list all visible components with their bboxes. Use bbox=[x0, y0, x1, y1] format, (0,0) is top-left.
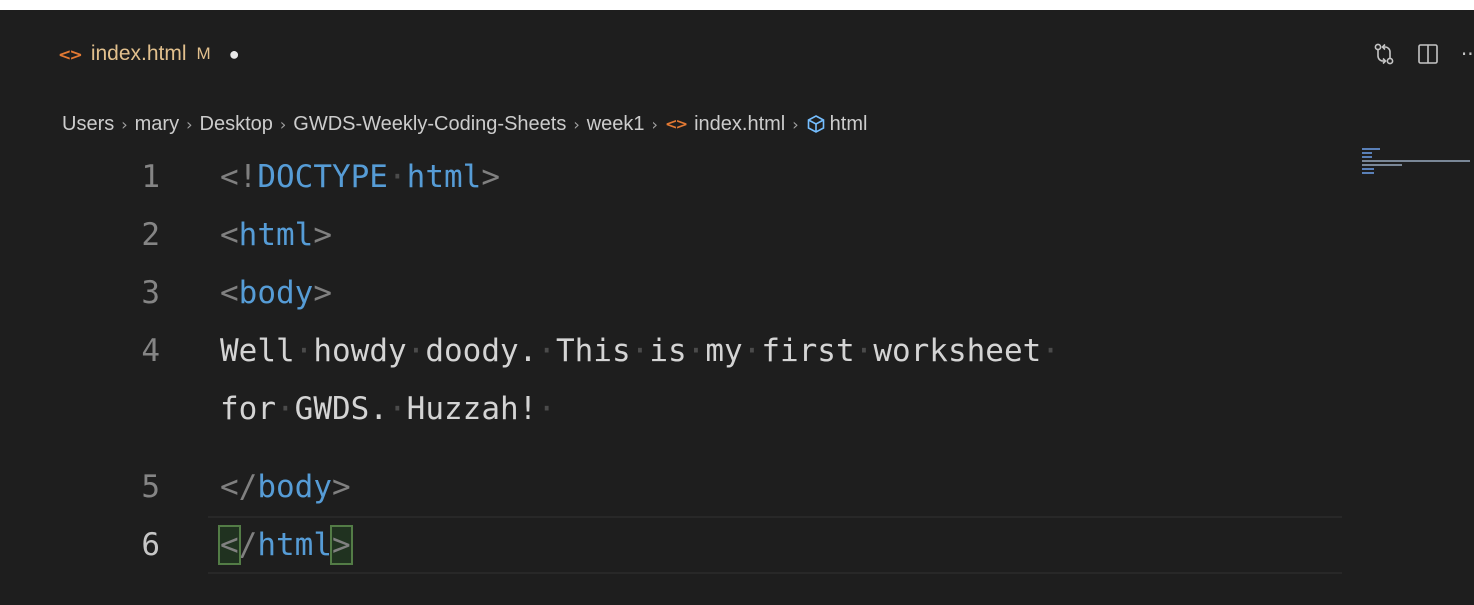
token-slash: / bbox=[238, 527, 258, 563]
whitespace-dot: · bbox=[537, 391, 556, 427]
token-tag-name: body bbox=[238, 275, 314, 311]
symbol-element-icon bbox=[806, 114, 826, 134]
git-modified-badge: M bbox=[196, 44, 211, 63]
whitespace-dot: · bbox=[406, 333, 426, 369]
whitespace-dot: · bbox=[294, 333, 314, 369]
token-tag-name: html bbox=[238, 217, 314, 253]
minimap-line bbox=[1362, 168, 1374, 170]
minimap-line bbox=[1362, 164, 1402, 166]
breadcrumb-item-week1[interactable]: week1 bbox=[587, 113, 645, 136]
whitespace-dot: · bbox=[276, 391, 295, 427]
token-bracket-match: < bbox=[218, 525, 241, 565]
current-line-highlight bbox=[208, 516, 1342, 574]
token-bracket: < bbox=[220, 275, 239, 311]
token-bracket-match: > bbox=[330, 525, 353, 565]
whitespace-dot: · bbox=[686, 333, 706, 369]
line-number: 5 bbox=[141, 469, 160, 505]
unsaved-dot-icon[interactable]: ● bbox=[229, 44, 240, 65]
whitespace-dot: · bbox=[387, 159, 407, 195]
split-editor-icon[interactable] bbox=[1417, 43, 1439, 65]
token-tag-name: html bbox=[257, 527, 332, 563]
whitespace-dot: · bbox=[630, 333, 650, 369]
line-number: 3 bbox=[141, 275, 160, 311]
more-actions-icon[interactable]: ··· bbox=[1461, 42, 1474, 66]
breadcrumb-item-mary[interactable]: mary bbox=[135, 113, 179, 136]
tab-filename: index.html bbox=[90, 42, 187, 65]
line-number-active: 6 bbox=[141, 527, 160, 563]
text-content: Well·howdy·doody.·This·is·my·first·works… bbox=[220, 333, 1060, 369]
token-doctype: DOCTYPE bbox=[257, 159, 388, 195]
code-line-5: </body> bbox=[220, 458, 351, 516]
whitespace-dot: · bbox=[742, 333, 762, 369]
chevron-right-icon: › bbox=[186, 114, 193, 134]
html-file-icon: <> bbox=[664, 115, 688, 133]
code-editor[interactable]: 1 2 3 4 5 6 <!DOCTYPE·html> <html> <body… bbox=[0, 148, 1350, 605]
code-line-4: Well·howdy·doody.·This·is·my·first·works… bbox=[220, 322, 1060, 380]
tab-index-html[interactable]: <> index.html M ● bbox=[40, 10, 336, 98]
breadcrumb-item-desktop[interactable]: Desktop bbox=[200, 113, 273, 136]
editor-actions: ··· bbox=[1351, 38, 1474, 70]
token-tag-name: body bbox=[257, 469, 332, 505]
line-number: 2 bbox=[141, 217, 160, 253]
line-number: 1 bbox=[141, 159, 160, 195]
whitespace-dot: · bbox=[1041, 333, 1060, 369]
minimap-line bbox=[1362, 160, 1470, 162]
code-line-2: <html> bbox=[220, 206, 332, 264]
code-line-3: <body> bbox=[220, 264, 332, 322]
tab-bar: <> index.html M ● ·· bbox=[0, 10, 1474, 98]
breadcrumb-item-html-symbol[interactable]: html bbox=[830, 113, 868, 136]
token-bracket: </ bbox=[220, 469, 258, 505]
code-line-6: </html> bbox=[218, 516, 353, 574]
compare-changes-icon[interactable] bbox=[1373, 42, 1395, 66]
code-line-1: <!DOCTYPE·html> bbox=[220, 148, 500, 206]
minimap-line bbox=[1362, 152, 1372, 154]
token-bracket: <! bbox=[220, 159, 258, 195]
whitespace-dot: · bbox=[854, 333, 874, 369]
minimap-line bbox=[1362, 148, 1380, 150]
line-number: 4 bbox=[141, 333, 160, 369]
token-tag-name: html bbox=[406, 159, 482, 195]
breadcrumb-item-users[interactable]: Users bbox=[62, 113, 114, 136]
whitespace-dot: · bbox=[388, 391, 407, 427]
token-bracket: > bbox=[481, 159, 500, 195]
html-file-icon: <> bbox=[58, 44, 83, 64]
breadcrumb-item-file[interactable]: index.html bbox=[694, 113, 785, 136]
token-bracket: > bbox=[313, 217, 332, 253]
minimap-line bbox=[1362, 172, 1374, 174]
vscode-editor-window: <> index.html M ● ·· Users › mary › Desk… bbox=[0, 10, 1474, 605]
whitespace-dot: · bbox=[537, 333, 556, 369]
chevron-right-icon: › bbox=[651, 114, 658, 134]
breadcrumb: Users › mary › Desktop › GWDS-Weekly-Cod… bbox=[62, 104, 867, 144]
chevron-right-icon: › bbox=[573, 114, 580, 134]
token-bracket: < bbox=[220, 217, 239, 253]
minimap[interactable] bbox=[1360, 148, 1474, 188]
text-content-wrap: for·GWDS.·Huzzah!· bbox=[220, 391, 556, 427]
chevron-right-icon: › bbox=[279, 114, 287, 134]
minimap-line bbox=[1362, 156, 1372, 158]
breadcrumb-item-gwds-folder[interactable]: GWDS-Weekly-Coding-Sheets bbox=[293, 113, 566, 136]
token-bracket: > bbox=[313, 275, 332, 311]
code-line-4-wrap: for·GWDS.·Huzzah!· bbox=[220, 380, 556, 438]
chevron-right-icon: › bbox=[121, 114, 128, 134]
token-bracket: > bbox=[331, 469, 351, 505]
chevron-right-icon: › bbox=[792, 114, 799, 134]
